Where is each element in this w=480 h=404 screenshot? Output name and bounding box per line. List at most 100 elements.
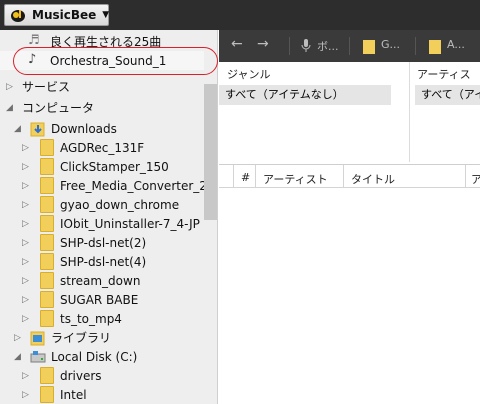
chevron-down-icon: ◢ — [6, 102, 13, 113]
tree-item-label: Downloads — [51, 121, 117, 136]
sidebar-scrollbar[interactable] — [204, 84, 217, 220]
genre-all-item[interactable]: すべて（アイテムなし） — [219, 85, 391, 105]
artist-column-header[interactable]: アーティスト — [263, 171, 328, 187]
folder-icon — [40, 386, 54, 403]
tree-item-downloads[interactable]: ◢ Downloads — [0, 119, 204, 138]
title-column-header[interactable]: タイトル — [351, 171, 395, 187]
chevron-right-icon: ▷ — [22, 218, 29, 229]
toolbar-crumb-folder2[interactable]: A... — [447, 38, 465, 51]
tag-browser: ジャンル アーティスト すべて（アイテムなし） すべて（アイテ — [219, 62, 480, 162]
pane-divider — [409, 62, 410, 162]
chevron-right-icon: ▷ — [22, 161, 29, 172]
folder-icon — [40, 253, 54, 270]
folder-icon — [40, 177, 54, 194]
sidebar: ♬ 良く再生される25曲 ♪ Orchestra_Sound_1 ▷ サービス … — [0, 30, 218, 404]
genre-column-header[interactable]: ジャンル — [227, 66, 270, 86]
tree-item-folder[interactable]: ▷ gyao_down_chrome — [0, 195, 204, 214]
chevron-right-icon: ▷ — [22, 370, 29, 381]
sidebar-section-services[interactable]: ▷ サービス — [0, 77, 204, 96]
tree-item-folder[interactable]: ▷ SHP-dsl-net(4) — [0, 252, 204, 271]
tree-item-label: Free_Media_Converter_299 — [60, 178, 218, 193]
album-column-header[interactable]: ア — [471, 171, 480, 187]
chevron-right-icon: ▷ — [22, 294, 29, 305]
folder-icon — [363, 40, 375, 54]
folder-icon — [40, 215, 54, 232]
artist-column-header[interactable]: アーティスト — [417, 66, 480, 97]
chevron-right-icon: ▷ — [22, 180, 29, 191]
tree-item-label: SHP-dsl-net(2) — [60, 235, 147, 250]
artist-all-item[interactable]: すべて（アイテ — [415, 85, 480, 105]
tree-item-folder[interactable]: ▷ ts_to_mp4 — [0, 309, 204, 328]
tree-item-label: stream_down — [60, 273, 141, 288]
chevron-right-icon: ▷ — [14, 332, 21, 343]
tree-item-folder[interactable]: ▷ AGDRec_131F — [0, 138, 204, 157]
tree-item-label: drivers — [60, 368, 102, 383]
chevron-right-icon: ▷ — [22, 313, 29, 324]
toolbar-crumb-label[interactable]: ボ... — [317, 38, 339, 54]
folder-icon — [429, 40, 441, 54]
folder-icon — [40, 272, 54, 289]
section-label: コンピュータ — [22, 101, 95, 115]
tree-item-folder[interactable]: ▷ ClickStamper_150 — [0, 157, 204, 176]
tree-item-folder[interactable]: ▷ stream_down — [0, 271, 204, 290]
track-list: # アーティスト タイトル ア — [219, 164, 480, 404]
folder-icon — [40, 291, 54, 308]
tree-item-label: Intel — [60, 387, 87, 402]
tree-item-label: SHP-dsl-net(4) — [60, 254, 147, 269]
title-bar: MusicBee ▼ — [0, 0, 480, 30]
sidebar-section-computer[interactable]: ◢ コンピュータ — [0, 98, 204, 117]
toolbar-divider — [349, 37, 350, 55]
chevron-right-icon: ▷ — [22, 237, 29, 248]
chevron-right-icon: ▷ — [22, 389, 29, 400]
tree-item-label: AGDRec_131F — [60, 140, 145, 155]
app-name: MusicBee — [32, 8, 97, 22]
tree-item-folder[interactable]: ▷ IObit_Uninstaller-7_4-JP — [0, 214, 204, 233]
forward-button[interactable]: → — [257, 36, 269, 52]
chevron-right-icon: ▷ — [22, 142, 29, 153]
folder-icon — [40, 310, 54, 327]
auto-playlist-icon: ♬ — [28, 33, 40, 48]
chevron-down-icon: ▼ — [102, 10, 110, 20]
tree-item-local-disk[interactable]: ◢ Local Disk (C:) — [0, 347, 204, 366]
annotation-highlight — [13, 47, 218, 75]
downloads-folder-icon — [30, 120, 46, 137]
section-label: サービス — [22, 80, 71, 94]
drive-icon — [30, 350, 46, 364]
tree-item-folder[interactable]: ▷ Intel — [0, 385, 204, 404]
back-button[interactable]: ← — [231, 36, 243, 52]
toolbar-divider — [415, 37, 416, 55]
header-divider — [219, 187, 480, 188]
microphone-icon[interactable] — [301, 39, 311, 56]
track-number-column-header[interactable]: # — [241, 171, 250, 184]
tree-item-label: ライブラリ — [51, 331, 112, 345]
column-divider — [255, 165, 256, 187]
tree-item-folder[interactable]: ▷ SUGAR BABE — [0, 290, 204, 309]
musicbee-logo-icon — [9, 7, 27, 23]
tree-item-label: ClickStamper_150 — [60, 159, 169, 174]
folder-icon — [40, 139, 54, 156]
column-divider — [343, 165, 344, 187]
tree-item-folder[interactable]: ▷ Free_Media_Converter_299 — [0, 176, 217, 195]
folder-icon — [40, 158, 54, 175]
toolbar: ← → ボ... G... A... — [219, 30, 480, 62]
chevron-down-icon: ◢ — [14, 351, 21, 362]
chevron-right-icon: ▷ — [22, 256, 29, 267]
column-divider — [233, 165, 234, 187]
tree-item-folder[interactable]: ▷ drivers — [0, 366, 204, 385]
chevron-down-icon: ◢ — [14, 123, 21, 134]
tree-item-library[interactable]: ▷ ライブラリ — [0, 328, 204, 347]
tree-item-folder[interactable]: ▷ SHP-dsl-net(2) — [0, 233, 204, 252]
toolbar-crumb-folder1[interactable]: G... — [381, 38, 400, 51]
chevron-right-icon: ▷ — [6, 81, 13, 92]
tree-item-label: SUGAR BABE — [60, 292, 139, 307]
folder-icon — [40, 196, 54, 213]
tree-item-label: ts_to_mp4 — [60, 311, 122, 326]
toolbar-divider — [289, 37, 290, 55]
column-divider — [465, 165, 466, 187]
chevron-right-icon: ▷ — [22, 199, 29, 210]
chevron-right-icon: ▷ — [22, 275, 29, 286]
tree-item-label: IObit_Uninstaller-7_4-JP — [60, 216, 200, 231]
tree-item-label: Local Disk (C:) — [51, 349, 138, 364]
app-menu-button[interactable]: MusicBee ▼ — [4, 4, 109, 26]
library-icon — [30, 329, 46, 346]
